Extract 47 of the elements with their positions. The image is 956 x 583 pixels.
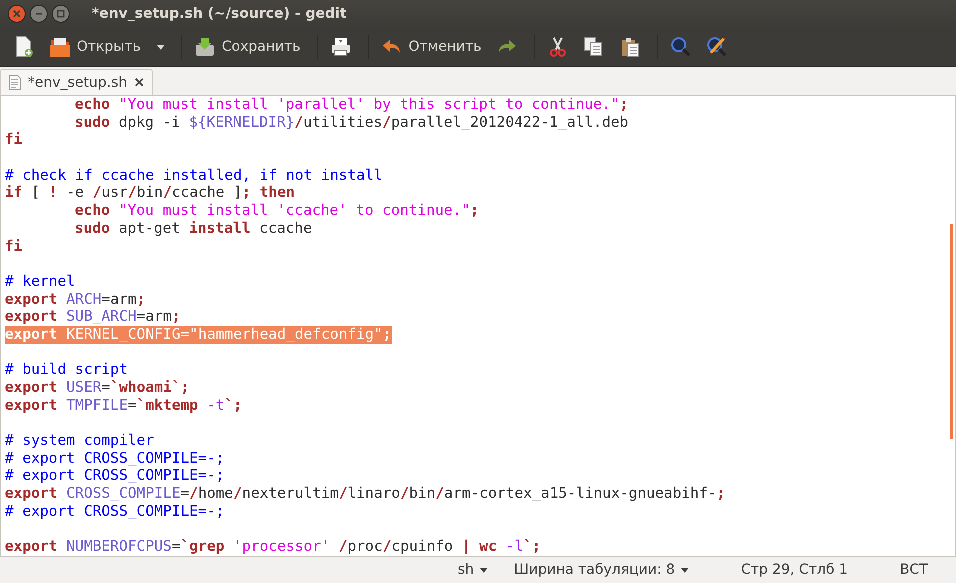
maximize-button[interactable] xyxy=(52,5,70,23)
code-line: export ARCH=arm; xyxy=(5,290,146,308)
folder-icon xyxy=(49,36,71,58)
code-line: export NUMBEROFCPUS=`grep 'processor' /proc/cpuinfo | wc -l`; xyxy=(5,538,542,556)
copy-icon xyxy=(582,36,605,58)
status-dropdown[interactable]: sh xyxy=(452,560,494,580)
save-button[interactable]: Сохранить xyxy=(188,33,306,61)
code-line: # build script xyxy=(5,361,128,379)
text-file-icon xyxy=(9,75,21,90)
window-title: *env_setup.sh (~/source) - gedit xyxy=(92,6,347,22)
printer-icon xyxy=(330,36,352,58)
code-line: fi xyxy=(5,238,23,256)
code-line: sudo dpkg -i ${KERNELDIR}/utilities/parallel_20120422-1_all.deb xyxy=(75,114,629,132)
code-line: # check if ccache installed, if not install xyxy=(5,166,383,184)
minimize-icon xyxy=(35,10,43,18)
open-button[interactable]: Открыть xyxy=(44,33,170,61)
code-line: # kernel xyxy=(5,272,76,291)
code-line: export TMPFILE=`mktemp -t`; xyxy=(5,396,242,414)
code-line: # system compiler xyxy=(5,432,154,450)
code-line: export CROSS_COMPILE=/home/nexterultim/linaro/bin/arm-cortex_a15-linux-gnueabihf-; xyxy=(5,485,726,503)
code-line: if [ ! -e /usr/bin/ccache ]; then xyxy=(5,184,296,202)
code-line: export SUB_ARCH=arm; xyxy=(5,308,181,326)
search-pencil-icon xyxy=(706,36,728,58)
minimize-button[interactable] xyxy=(30,5,48,23)
search-icon xyxy=(670,36,692,58)
code-line: # export CROSS_COMPILE=-; xyxy=(5,450,225,468)
status-text: ВСТ xyxy=(899,561,930,580)
code-line: # export CROSS_COMPILE=-; xyxy=(5,467,225,486)
status-text: Стр 29, Стлб 1 xyxy=(740,561,850,580)
scrollbar-thumb[interactable] xyxy=(950,224,953,439)
maximize-icon xyxy=(57,10,65,18)
caret-icon xyxy=(480,568,488,572)
undo-button[interactable]: Отменить xyxy=(376,33,487,61)
code-line: sudo apt-get install ccache xyxy=(75,220,312,238)
code-line: echo "You must install 'ccache' to continue."; xyxy=(75,202,480,220)
caret-icon xyxy=(681,568,690,572)
drive-icon xyxy=(194,36,216,58)
close-icon xyxy=(13,10,21,18)
status-dropdown[interactable]: Ширина табуляции: 8 xyxy=(508,560,696,580)
code-line: # export CROSS_COMPILE=-; xyxy=(5,502,225,520)
close-icon[interactable] xyxy=(134,78,144,87)
close-button[interactable] xyxy=(8,5,26,23)
code-line: echo "You must install 'parallel' by this script to continue."; xyxy=(75,96,629,114)
document-tab[interactable]: *env_setup.sh xyxy=(0,69,153,95)
code-line: fi xyxy=(5,131,23,150)
code-line: export USER=`whoami`; xyxy=(5,379,190,397)
text-editor[interactable] xyxy=(0,95,956,557)
